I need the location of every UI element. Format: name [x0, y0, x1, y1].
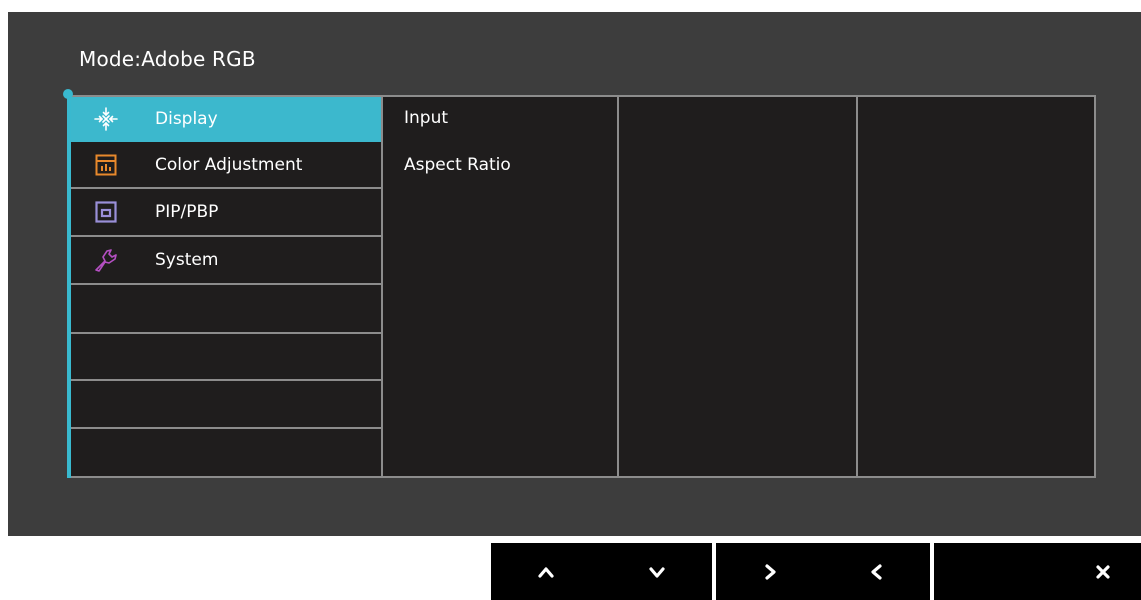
right-key[interactable] [740, 543, 800, 600]
down-key[interactable] [627, 543, 687, 600]
menu-item-pip-pbp[interactable]: PIP/PBP [71, 189, 381, 237]
menu-item-system[interactable]: System [71, 237, 381, 285]
column-divider [381, 95, 383, 478]
key-group-navigation [491, 543, 712, 600]
mode-label: Mode: [79, 47, 142, 71]
submenu-item-aspect-ratio[interactable]: Aspect Ratio [404, 155, 511, 175]
chevron-up-icon [538, 566, 554, 578]
menu-item-label: Display [155, 108, 218, 129]
menu-item-empty [71, 334, 381, 381]
menu-item-label: Color Adjustment [155, 154, 303, 175]
display-icon [93, 106, 119, 132]
menu-item-empty [71, 285, 381, 334]
close-icon [1096, 564, 1110, 579]
wrench-icon [93, 247, 119, 273]
menu-item-label: System [155, 250, 219, 270]
pip-pbp-icon [93, 199, 119, 225]
chevron-down-icon [649, 566, 665, 578]
column-divider [617, 95, 619, 478]
left-key[interactable] [847, 543, 907, 600]
key-group-exit [934, 543, 1141, 600]
color-adjustment-icon [93, 152, 119, 178]
key-group-select [716, 543, 930, 600]
chevron-left-icon [870, 563, 882, 580]
submenu-item-input[interactable]: Input [404, 108, 448, 128]
menu-item-color-adjustment[interactable]: Color Adjustment [71, 142, 381, 189]
chevron-right-icon [764, 563, 776, 580]
menu-item-display[interactable]: Display [71, 97, 381, 142]
column-divider [856, 95, 858, 478]
close-key[interactable] [1073, 543, 1133, 600]
up-key[interactable] [516, 543, 576, 600]
mode-indicator: Mode:Adobe RGB [79, 47, 256, 71]
menu-item-label: PIP/PBP [155, 202, 219, 222]
mode-value: Adobe RGB [141, 47, 256, 71]
menu-item-empty [71, 381, 381, 429]
